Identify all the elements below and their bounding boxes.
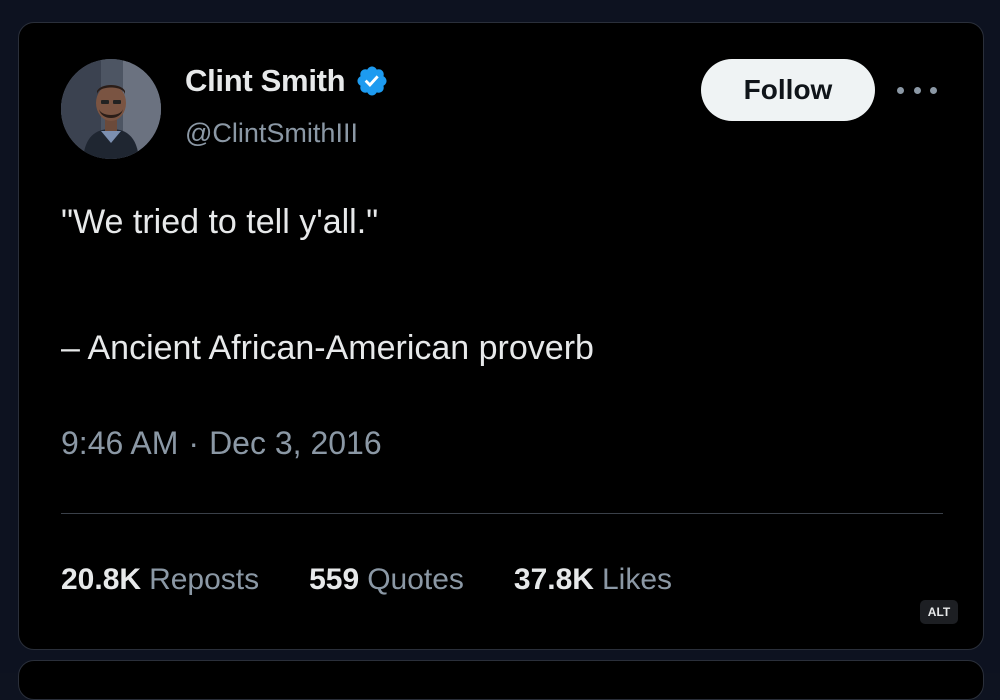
stat-count: 559 xyxy=(309,563,360,596)
stat-likes[interactable]: 37.8K Likes xyxy=(514,563,672,597)
author-name-row: Clint Smith xyxy=(185,63,389,99)
tweet-timestamp[interactable]: 9:46 AM · Dec 3, 2016 xyxy=(61,425,382,462)
alt-text-badge[interactable]: ALT xyxy=(920,600,958,624)
verified-badge-icon xyxy=(357,66,387,96)
tweet-text-attribution: – Ancient African-American proverb xyxy=(61,329,594,367)
stat-label: Reposts xyxy=(149,563,260,596)
follow-button[interactable]: Follow xyxy=(701,59,875,121)
tweet-time: 9:46 AM xyxy=(61,425,179,461)
engagement-stats: 20.8K Reposts 559 Quotes 37.8K Likes xyxy=(61,563,672,597)
screenshot-frame: Clint Smith @ClintSmithIII Follow "We tr… xyxy=(0,0,1000,700)
more-dot xyxy=(930,86,937,94)
author-handle[interactable]: @ClintSmithIII xyxy=(185,118,358,149)
stat-label: Quotes xyxy=(367,563,464,596)
tweet-date: Dec 3, 2016 xyxy=(209,425,382,461)
more-dot xyxy=(897,86,904,94)
timestamp-separator: · xyxy=(188,425,200,461)
avatar[interactable] xyxy=(61,59,161,159)
tweet-text-quote: "We tried to tell y'all." xyxy=(61,203,379,241)
more-dot xyxy=(913,86,921,94)
tweet-card: Clint Smith @ClintSmithIII Follow "We tr… xyxy=(18,22,984,650)
stat-count: 37.8K xyxy=(513,563,594,596)
stat-count: 20.8K xyxy=(61,563,142,596)
stat-quotes[interactable]: 559 Quotes xyxy=(309,563,464,597)
stat-reposts[interactable]: 20.8K Reposts xyxy=(61,563,259,597)
more-horizontal-icon[interactable] xyxy=(897,78,937,102)
author-name[interactable]: Clint Smith xyxy=(185,63,346,99)
stat-label: Likes xyxy=(601,563,673,596)
next-card-edge xyxy=(18,660,984,700)
divider xyxy=(61,513,943,514)
avatar-image xyxy=(61,59,161,159)
